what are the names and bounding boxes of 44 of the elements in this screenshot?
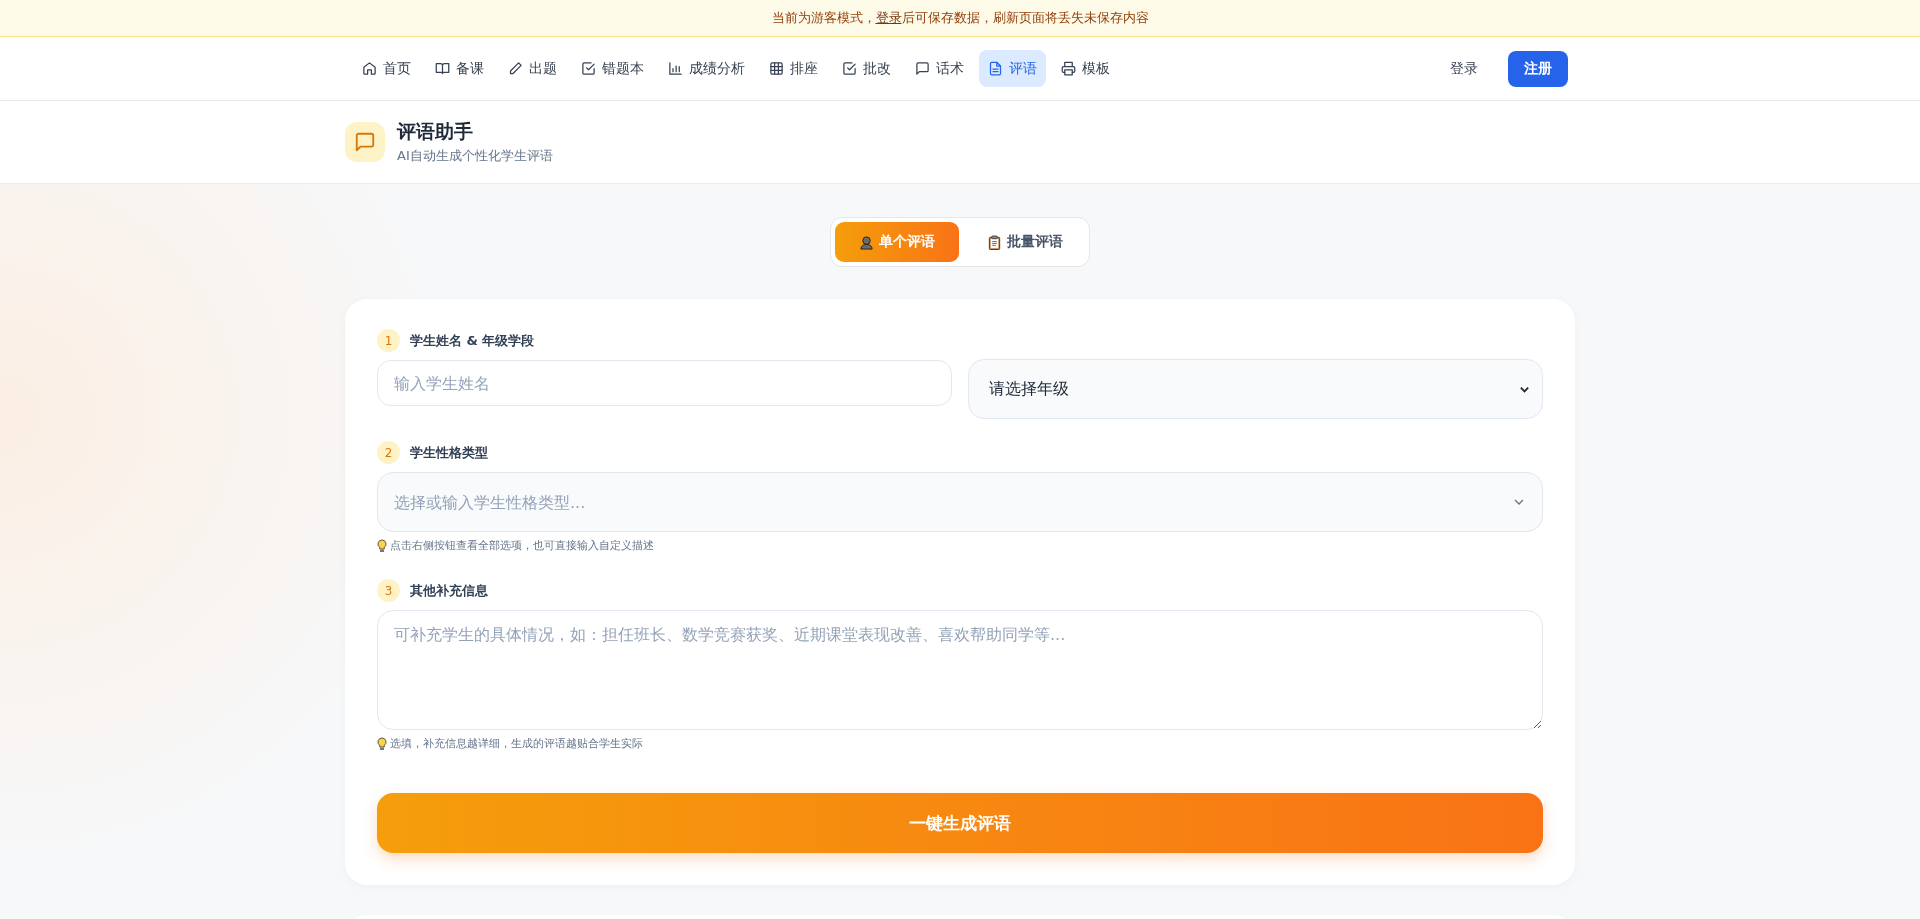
hint-text: 点击右侧按钮查看全部选项，也可直接输入自定义描述 bbox=[390, 538, 654, 553]
checkbox-icon bbox=[842, 61, 857, 76]
printer-icon bbox=[1061, 61, 1076, 76]
person-icon bbox=[859, 234, 874, 250]
lightbulb-icon bbox=[377, 736, 387, 751]
nav-item[interactable]: 备课 bbox=[426, 50, 493, 87]
guest-notice: 当前为游客模式，登录后可保存数据，刷新页面将丢失未保存内容 bbox=[771, 9, 1149, 27]
step-number: 3 bbox=[377, 579, 400, 602]
document-icon bbox=[988, 61, 1003, 76]
clipboard-icon bbox=[987, 234, 1002, 250]
step-label: 学生姓名 & 年级学段 bbox=[410, 331, 535, 350]
nav-item[interactable]: 错题本 bbox=[572, 50, 653, 87]
nav-item[interactable]: 批改 bbox=[833, 50, 900, 87]
hint-text: 选填，补充信息越详细，生成的评语越贴合学生实际 bbox=[390, 736, 643, 751]
home-icon bbox=[362, 61, 377, 76]
nav-item[interactable]: 出题 bbox=[499, 50, 566, 87]
grid-icon bbox=[769, 61, 784, 76]
page-title: 评语助手 bbox=[397, 119, 474, 144]
nav-item[interactable]: 话术 bbox=[906, 50, 973, 87]
chat-icon bbox=[345, 122, 385, 162]
name-input-field[interactable]: 输入学生姓名 bbox=[377, 360, 952, 406]
pencil-icon bbox=[508, 61, 523, 76]
step-number: 2 bbox=[377, 441, 400, 464]
lightbulb-icon bbox=[377, 538, 387, 553]
checkbox-icon bbox=[581, 61, 596, 76]
personality-field[interactable]: 选择或输入学生性格类型... bbox=[377, 472, 1543, 532]
page-subtitle: AI自动生成个性化学生评语 bbox=[397, 147, 553, 165]
step-label: 学生性格类型 bbox=[410, 443, 488, 462]
step-label: 其他补充信息 bbox=[410, 581, 488, 600]
nav-item[interactable]: 模板 bbox=[1052, 50, 1119, 87]
extra-info-textarea[interactable]: 可补充学生的具体情况，如：担任班长、数学竞赛获奖、近期课堂表现改善、喜欢帮助同学等... bbox=[377, 610, 1543, 730]
step-number: 1 bbox=[377, 329, 400, 352]
grade-select[interactable]: 请选择年级 bbox=[968, 359, 1543, 419]
nav-item[interactable]: 首页 bbox=[353, 50, 420, 87]
chat-icon bbox=[915, 61, 930, 76]
nav-item[interactable]: 成绩分析 bbox=[659, 50, 754, 87]
login-link[interactable]: 登录 bbox=[875, 10, 902, 25]
login-button[interactable]: 登录 bbox=[1440, 51, 1488, 86]
nav-item[interactable]: 评语 bbox=[979, 50, 1046, 87]
nav-item[interactable]: 排座 bbox=[760, 50, 827, 87]
register-button[interactable]: 注册 bbox=[1508, 50, 1568, 87]
mode-tab[interactable]: 批量评语 bbox=[965, 222, 1085, 262]
bar-chart-icon bbox=[668, 61, 683, 76]
book-icon bbox=[435, 61, 450, 76]
